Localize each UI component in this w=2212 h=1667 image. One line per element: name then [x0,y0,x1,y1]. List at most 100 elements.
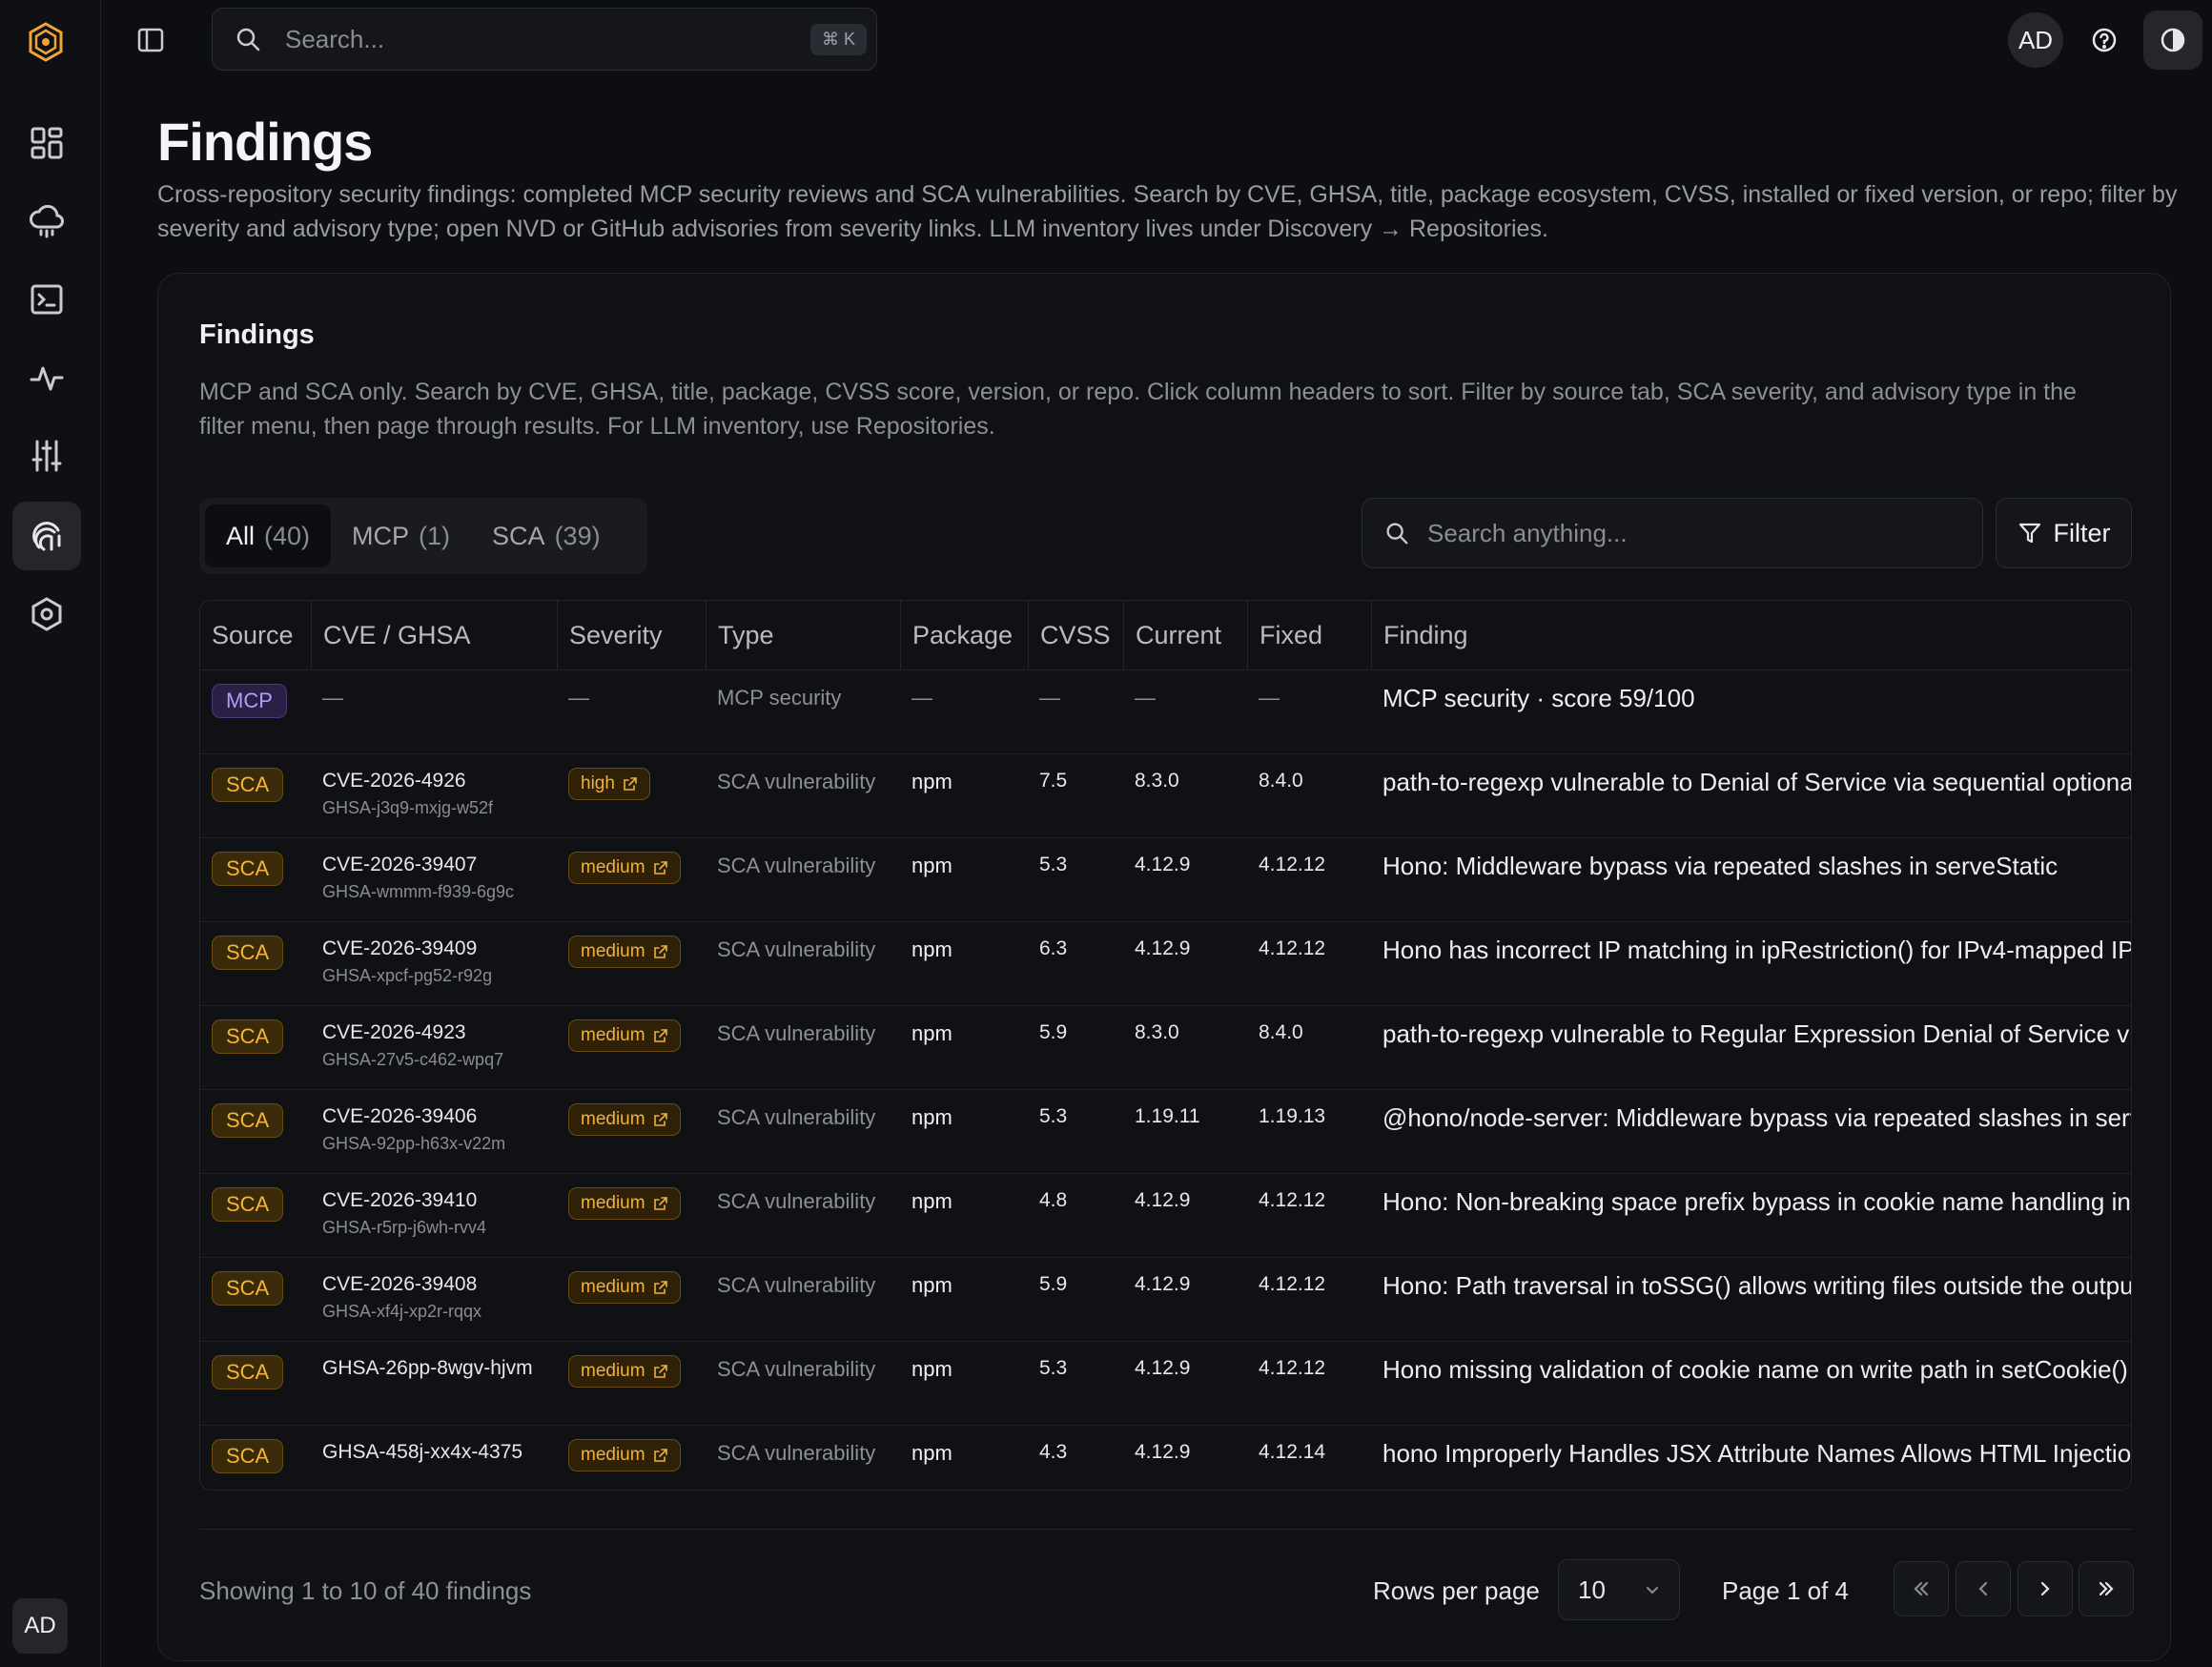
finding-type: MCP security [717,686,842,710]
table-row[interactable]: SCA CVE-2026-39409 GHSA-xpcf-pg52-r92g m… [200,922,2131,1006]
search-shortcut-badge: ⌘ K [809,23,867,55]
table-row[interactable]: SCA CVE-2026-4926 GHSA-j3q9-mxjg-w52f hi… [200,754,2131,838]
tab-all[interactable]: All (40) [205,504,332,567]
fixed-version: 4.12.12 [1259,1273,1326,1295]
nav-findings[interactable] [12,502,81,570]
source-badge: SCA [212,768,284,802]
table-row[interactable]: SCA GHSA-458j-xx4x-4375 medium SCA vulne… [200,1426,2131,1490]
table-row[interactable]: SCA GHSA-26pp-8wgv-hjvm medium SCA vulne… [200,1342,2131,1426]
table-row[interactable]: MCP — — MCP security — — — — MCP securit… [200,670,2131,754]
finding-type: SCA vulnerability [717,770,876,793]
source-badge: SCA [212,1355,284,1389]
ghsa-id: GHSA-92pp-h63x-v22m [322,1134,506,1153]
finding-title[interactable]: MCP security · score 59/100 [1382,684,2131,713]
next-page-button[interactable] [2017,1561,2073,1616]
previous-page-button[interactable] [1956,1561,2011,1616]
nav-hexagon-settings[interactable] [12,580,81,648]
finding-title[interactable]: path-to-regexp vulnerable to Denial of S… [1382,768,2131,797]
chevron-down-icon [1647,1587,1658,1595]
chevron-right-icon [2040,1581,2050,1596]
table-row[interactable]: SCA CVE-2026-39406 GHSA-92pp-h63x-v22m m… [200,1090,2131,1174]
nav-cloud[interactable] [12,187,81,256]
global-search[interactable]: Search... ⌘ K [212,8,877,71]
table-row[interactable]: SCA CVE-2026-4923 GHSA-27v5-c462-wpq7 me… [200,1006,2131,1090]
last-page-button[interactable] [2079,1561,2134,1616]
col-type[interactable]: Type [706,601,900,670]
severity-badge[interactable]: medium [568,852,681,884]
severity-badge[interactable]: high [568,768,650,800]
help-button[interactable] [2077,12,2132,68]
chevron-left-icon [1978,1581,1988,1596]
severity-badge[interactable]: medium [568,1271,681,1304]
package-ecosystem: npm [911,1189,952,1213]
footer-divider [199,1529,2132,1530]
package-ecosystem: npm [911,1105,952,1129]
panel-left-icon [137,28,164,52]
tab-mcp[interactable]: MCP (1) [331,504,471,567]
finding-title[interactable]: Hono missing validation of cookie name o… [1382,1355,2131,1385]
external-link-icon [653,1197,667,1210]
fixed-version: — [1259,686,1280,710]
table-row[interactable]: SCA CVE-2026-39408 GHSA-xf4j-xp2r-rqqx m… [200,1258,2131,1342]
col-fixed[interactable]: Fixed [1247,601,1371,670]
finding-title[interactable]: path-to-regexp vulnerable to Regular Exp… [1382,1019,2131,1049]
nav-dashboard[interactable] [12,109,81,177]
ghsa-id: GHSA-xf4j-xp2r-rqqx [322,1302,482,1321]
finding-title[interactable]: hono Improperly Handles JSX Attribute Na… [1382,1439,2131,1469]
sidebar-toggle-button[interactable] [132,21,170,59]
table-row[interactable]: SCA CVE-2026-39410 GHSA-r5rp-j6wh-rvv4 m… [200,1174,2131,1258]
col-severity[interactable]: Severity [557,601,706,670]
finding-title[interactable]: @hono/node-server: Middleware bypass via… [1382,1103,2131,1133]
finding-type: SCA vulnerability [717,1105,876,1129]
col-current[interactable]: Current [1123,601,1247,670]
filter-button[interactable]: Filter [1996,498,2132,568]
package-ecosystem: npm [911,1441,952,1465]
cvss-score: 4.8 [1039,1189,1068,1211]
tab-sca[interactable]: SCA (39) [471,504,622,567]
app-logo-icon[interactable] [27,21,65,63]
findings-card: Findings MCP and SCA only. Search by CVE… [157,273,2171,1661]
finding-title[interactable]: Hono: Non-breaking space prefix bypass i… [1382,1187,2131,1217]
cvss-score: 5.9 [1039,1273,1068,1295]
severity-badge[interactable]: medium [568,1439,681,1471]
col-source[interactable]: Source [200,601,311,670]
finding-title[interactable]: Hono: Middleware bypass via repeated sla… [1382,852,2131,881]
nav-terminal[interactable] [12,265,81,334]
finding-type: SCA vulnerability [717,1021,876,1045]
cvss-score: 4.3 [1039,1441,1068,1463]
current-version: 4.12.9 [1135,1273,1191,1295]
nav-settings-sliders[interactable] [12,422,81,490]
user-avatar[interactable]: AD [2008,12,2063,68]
finding-title[interactable]: Hono has incorrect IP matching in ipRest… [1382,936,2131,965]
col-package[interactable]: Package [900,601,1028,670]
activity-icon [30,366,64,391]
sidebar-user-avatar[interactable]: AD [12,1598,68,1654]
first-page-button[interactable] [1894,1561,1949,1616]
current-version: 1.19.11 [1135,1105,1200,1127]
nav-activity[interactable] [12,343,81,412]
col-finding[interactable]: Finding [1371,601,2131,670]
col-cve-ghsa[interactable]: CVE / GHSA [311,601,557,670]
external-link-icon [653,861,667,875]
external-link-icon [653,1365,667,1378]
theme-toggle-button[interactable] [2143,10,2202,70]
severity-badge[interactable]: medium [568,936,681,968]
table-row[interactable]: SCA CVE-2026-39407 GHSA-wmmm-f939-6g9c m… [200,838,2131,922]
finding-title[interactable]: Hono: Path traversal in toSSG() allows w… [1382,1271,2131,1301]
findings-search-input[interactable]: Search anything... [1362,498,1983,568]
severity-badge[interactable]: medium [568,1019,681,1052]
card-title: Findings [199,319,315,350]
severity-badge[interactable]: medium [568,1187,681,1220]
source-badge: SCA [212,1271,284,1306]
severity-badge[interactable]: medium [568,1103,681,1136]
rows-per-page-select[interactable]: 10 [1558,1559,1680,1620]
top-bar: Search... ⌘ K AD [101,0,2212,80]
cve-id: CVE-2026-39410 [322,1189,478,1211]
ghsa-id: GHSA-xpcf-pg52-r92g [322,966,493,985]
external-link-icon [653,1029,667,1042]
col-cvss[interactable]: CVSS [1028,601,1123,670]
package-ecosystem: npm [911,854,952,877]
source-badge: SCA [212,1439,284,1473]
severity-badge[interactable]: medium [568,1355,681,1388]
fixed-version: 4.12.12 [1259,937,1326,959]
